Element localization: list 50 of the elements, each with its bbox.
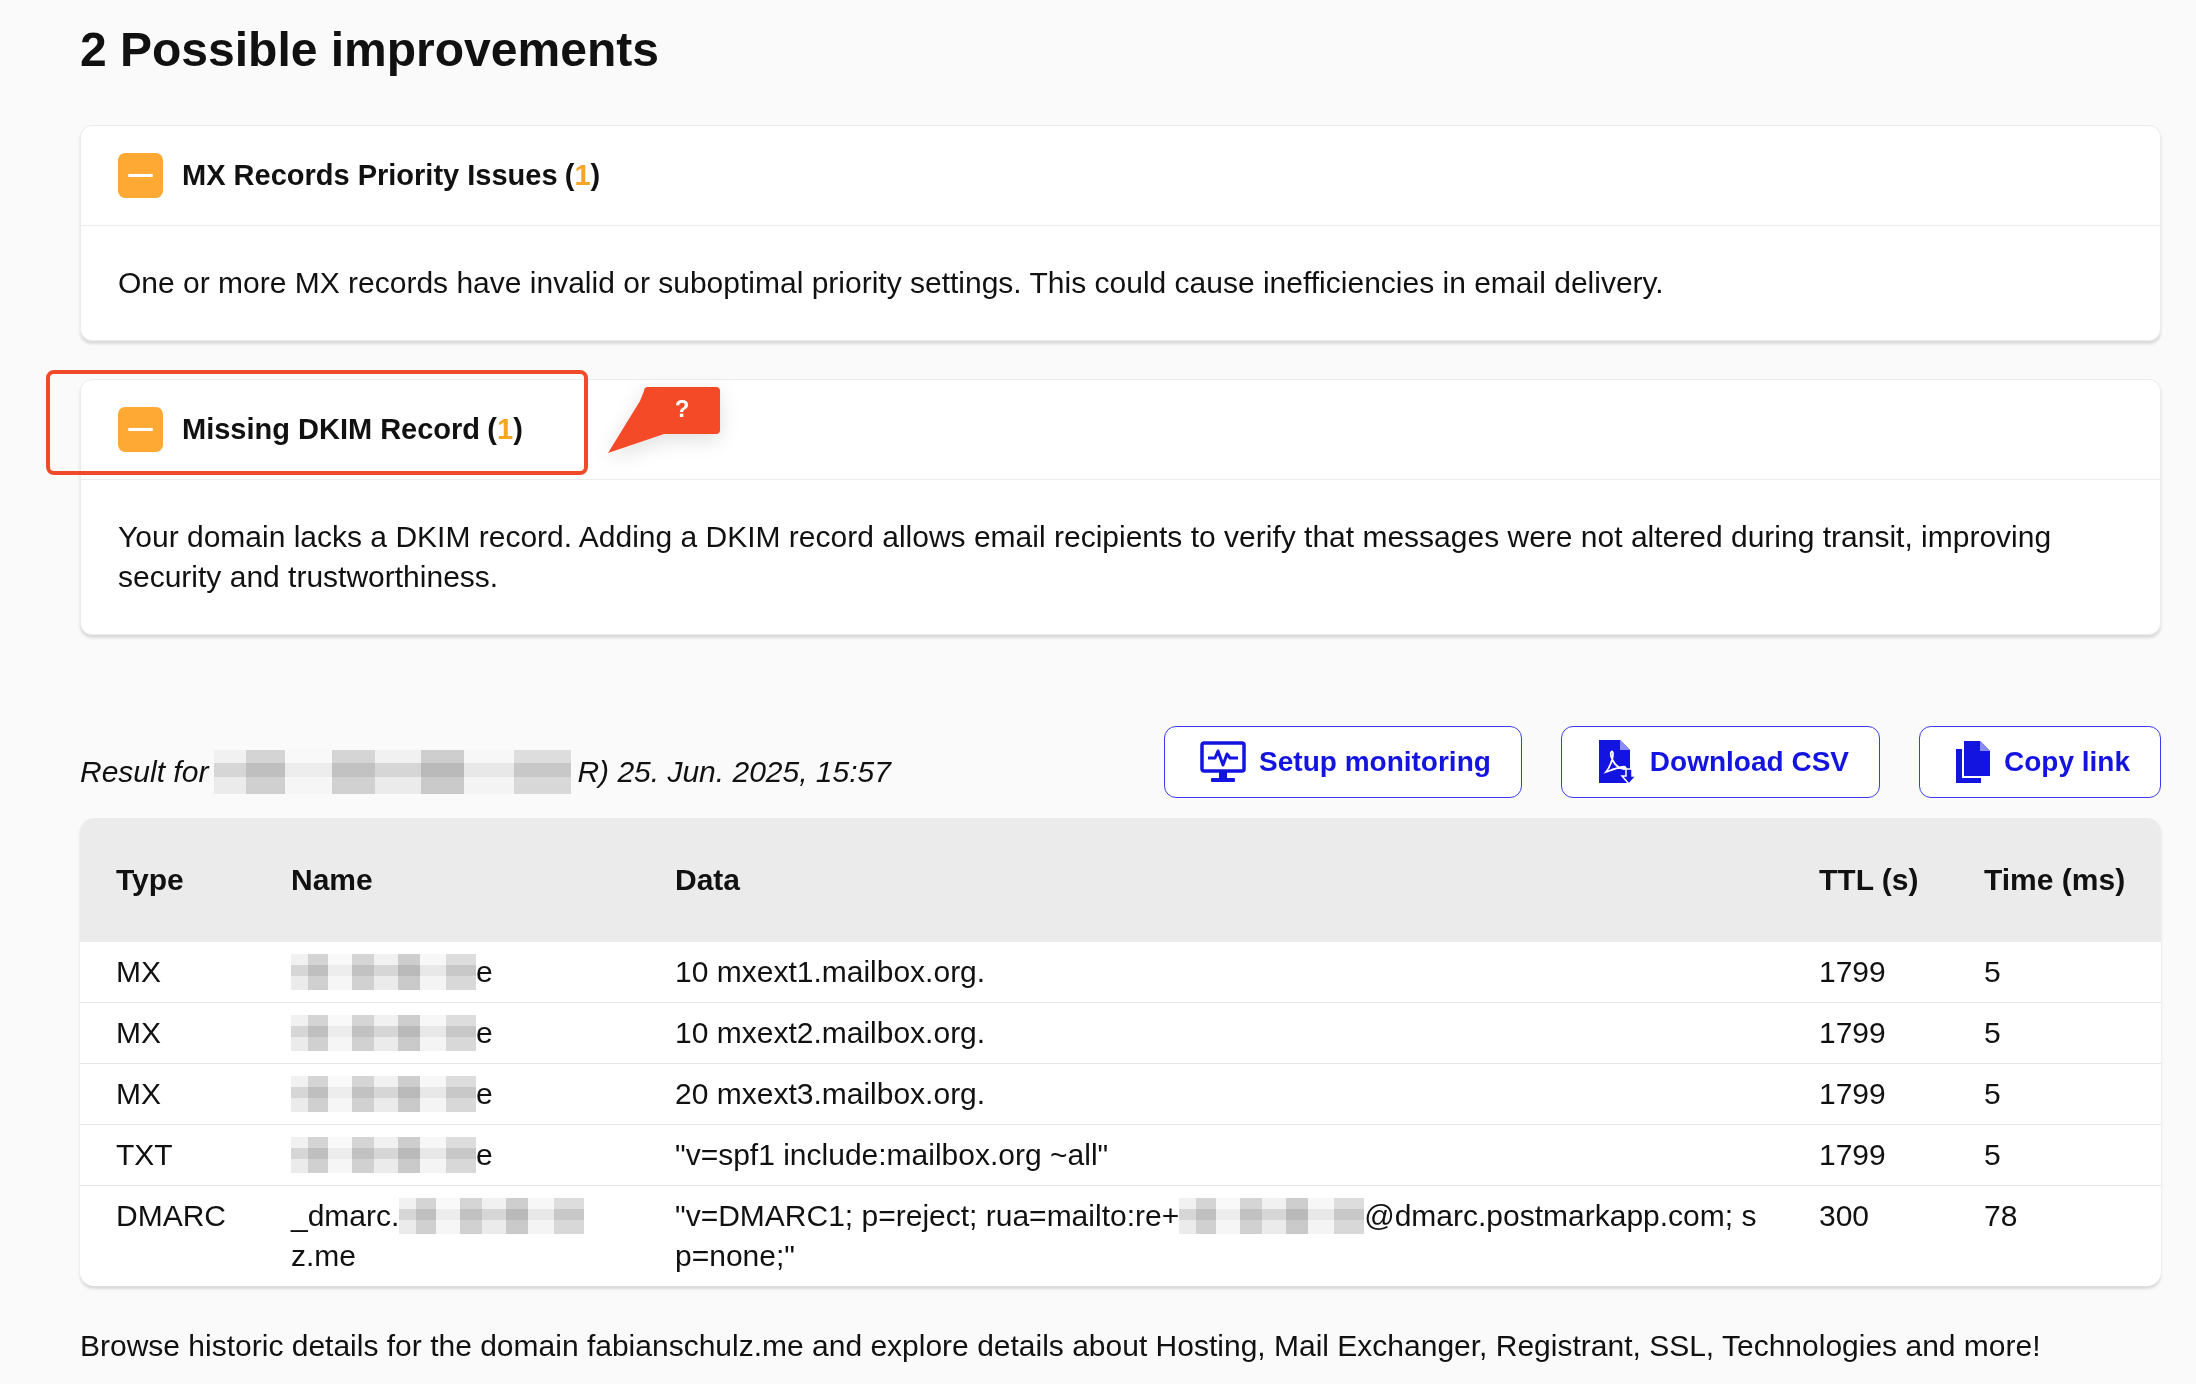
cell-text: e	[476, 954, 493, 990]
monitor-pulse-icon	[1200, 741, 1247, 783]
result-text: Result for	[80, 754, 209, 790]
column-header: Name	[291, 818, 675, 942]
cell-text: "v=DMARC1; p=reject; rua=mailto:re+	[675, 1198, 1180, 1234]
cell-text: 10 mxext2.mailbox.org.	[675, 1015, 986, 1051]
table-cell: MX	[80, 942, 291, 1003]
column-header: Type	[80, 818, 291, 942]
table-cell: TXT	[80, 1124, 291, 1186]
issue-description: One or more MX records have invalid or suboptimal priority settings. This could cause inefficiencies in email delivery.	[117, 265, 1665, 301]
issue-title[interactable]: MX Records Priority Issues (1)	[182, 153, 601, 198]
cell-text: e	[476, 1015, 493, 1051]
minus-icon[interactable]	[118, 153, 163, 198]
cell-text: p=none;"	[675, 1238, 795, 1274]
document-download-icon	[1596, 739, 1637, 785]
table-cell: 1799	[1819, 1002, 1984, 1064]
cell-text: "v=spf1 include:mailbox.org ~all"	[675, 1137, 1109, 1173]
action-button[interactable]: Setup monitoring	[1164, 726, 1522, 798]
cell-text: e	[476, 1076, 493, 1112]
footer-text: Browse historic details for the domain fabianschulz.me and explore details about Hosting, Mail Exchanger, Registrant, SSL, Technologies and more!	[80, 1328, 2042, 1364]
table-cell: 1799	[1819, 942, 1984, 1003]
table-cell: 1799	[1819, 1063, 1984, 1125]
table-cell: 5	[1984, 1002, 2161, 1064]
table-cell: 300	[1819, 1185, 1984, 1286]
table-cell: MX	[80, 1063, 291, 1125]
issue-description: Your domain lacks a DKIM record. Adding a DKIM record allows email recipients to verify that messages were not altered during transit, improving security and trustworthiness.	[117, 519, 2053, 595]
table-cell: 78	[1984, 1185, 2161, 1286]
cell-text: _dmarc.	[291, 1198, 400, 1234]
column-header: Time (ms)	[1984, 818, 2161, 942]
issue-title[interactable]: Missing DKIM Record (1)	[182, 407, 523, 452]
cell-text: z.me	[291, 1238, 356, 1274]
column-header: Data	[675, 818, 1819, 942]
cell-text: 20 mxext3.mailbox.org.	[675, 1076, 986, 1112]
table-cell: DMARC	[80, 1185, 291, 1286]
copy-icon	[1955, 740, 1991, 784]
action-button[interactable]: Download CSV	[1560, 726, 1880, 798]
table-cell: 5	[1984, 1063, 2161, 1125]
question-callout: ?	[608, 387, 720, 454]
table-cell: 5	[1984, 942, 2161, 1003]
minus-icon[interactable]	[118, 407, 163, 452]
table-cell: 5	[1984, 1124, 2161, 1186]
result-text: R) 25. Jun. 2025, 15:57	[577, 754, 891, 790]
table-cell: 1799	[1819, 1124, 1984, 1186]
table-cell: MX	[80, 1002, 291, 1064]
section-heading: 2 Possible improvements	[80, 22, 659, 78]
cell-text: e	[476, 1137, 493, 1173]
action-button[interactable]: Copy link	[1919, 726, 2161, 798]
cell-text: 10 mxext1.mailbox.org.	[675, 954, 986, 990]
cell-text: @dmarc.postmarkapp.com; s	[1364, 1198, 1757, 1234]
column-header: TTL (s)	[1819, 818, 1984, 942]
